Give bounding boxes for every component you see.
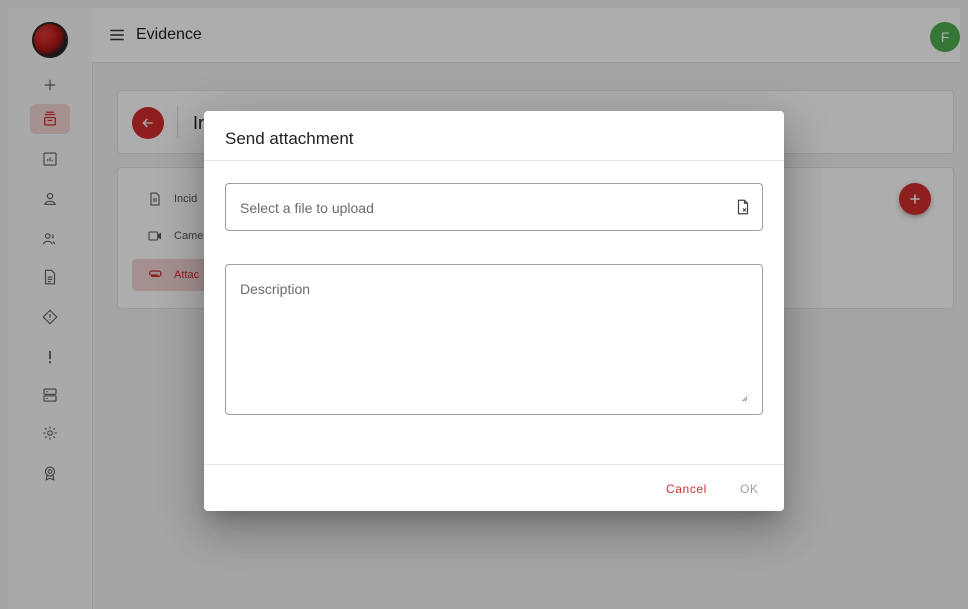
- file-upload-input[interactable]: [238, 184, 722, 232]
- ok-button[interactable]: OK: [734, 478, 765, 500]
- dialog-divider: [204, 464, 784, 465]
- file-upload-icon[interactable]: [734, 197, 752, 217]
- dialog-divider: [204, 160, 784, 161]
- file-upload-field[interactable]: [225, 183, 763, 232]
- cancel-button[interactable]: Cancel: [660, 478, 713, 500]
- dialog-title: Send attachment: [225, 129, 354, 148]
- send-attachment-dialog: Send attachment Cancel OK: [204, 111, 784, 511]
- description-input[interactable]: [238, 279, 752, 403]
- resize-handle-icon[interactable]: [740, 394, 748, 402]
- description-field[interactable]: [225, 264, 763, 415]
